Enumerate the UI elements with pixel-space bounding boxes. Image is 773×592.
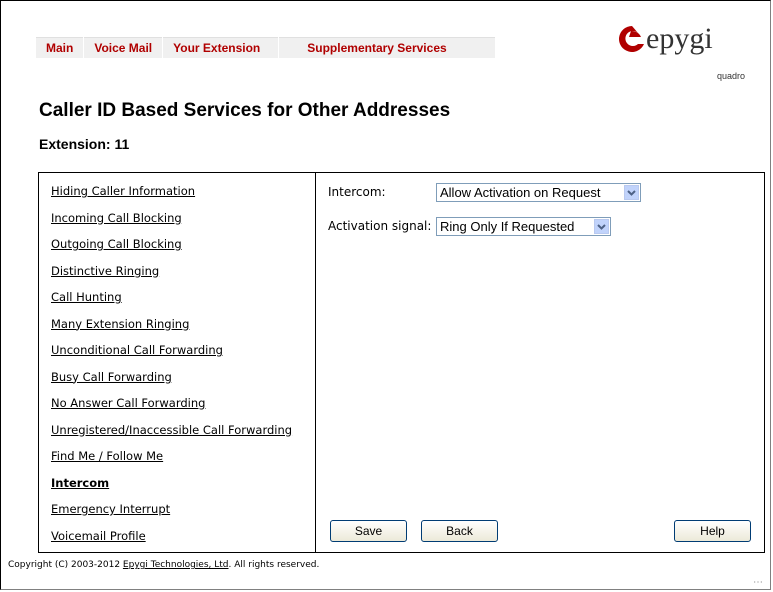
menu-outgoing-call-blocking[interactable]: Outgoing Call Blocking — [51, 237, 292, 264]
chevron-down-icon[interactable] — [624, 185, 639, 200]
logo-wordmark: epygi — [646, 22, 713, 55]
logo-mark-icon — [619, 26, 644, 52]
menu-many-extension-ringing[interactable]: Many Extension Ringing — [51, 317, 292, 344]
menu-busy-call-forwarding[interactable]: Busy Call Forwarding — [51, 370, 292, 397]
menu-no-answer-call-forwarding[interactable]: No Answer Call Forwarding — [51, 396, 292, 423]
help-button[interactable]: Help — [674, 520, 751, 542]
activation-signal-select[interactable]: Ring Only If Requested — [436, 217, 611, 236]
intercom-label: Intercom: — [328, 185, 386, 199]
menu-incoming-call-blocking[interactable]: Incoming Call Blocking — [51, 211, 292, 238]
menu-distinctive-ringing[interactable]: Distinctive Ringing — [51, 264, 292, 291]
nav-supplementary-services[interactable]: Supplementary Services — [279, 37, 495, 58]
resize-grip-icon[interactable]: ⋯ — [753, 577, 763, 588]
back-button[interactable]: Back — [421, 520, 498, 542]
copyright-prefix: Copyright (C) 2003-2012 — [8, 560, 123, 570]
top-navigation: Main Voice Mail Your Extension Supplemen… — [36, 37, 495, 58]
nav-your-extension[interactable]: Your Extension — [163, 37, 279, 58]
copyright-footer: Copyright (C) 2003-2012 Epygi Technologi… — [8, 560, 319, 570]
intercom-select-value: Allow Activation on Request — [440, 185, 601, 200]
logo-subtitle: quadro — [717, 71, 746, 81]
save-button[interactable]: Save — [330, 520, 407, 542]
menu-voicemail-profile[interactable]: Voicemail Profile — [51, 529, 292, 556]
panel-divider — [315, 172, 316, 553]
intercom-select[interactable]: Allow Activation on Request — [436, 183, 641, 202]
menu-unconditional-call-forwarding[interactable]: Unconditional Call Forwarding — [51, 343, 292, 370]
extension-label: Extension: 11 — [39, 136, 130, 152]
chevron-down-icon[interactable] — [594, 219, 609, 234]
service-menu: Hiding Caller Information Incoming Call … — [51, 184, 292, 555]
copyright-suffix: . All rights reserved. — [228, 560, 320, 570]
nav-main[interactable]: Main — [36, 37, 84, 58]
nav-voice-mail[interactable]: Voice Mail — [84, 37, 163, 58]
menu-find-me-follow-me[interactable]: Find Me / Follow Me — [51, 449, 292, 476]
menu-call-hunting[interactable]: Call Hunting — [51, 290, 292, 317]
company-link[interactable]: Epygi Technologies, Ltd — [123, 560, 229, 570]
menu-unregistered-call-forwarding[interactable]: Unregistered/Inaccessible Call Forwardin… — [51, 423, 292, 450]
menu-hiding-caller-information[interactable]: Hiding Caller Information — [51, 184, 292, 211]
activation-signal-select-value: Ring Only If Requested — [440, 219, 575, 234]
page-title: Caller ID Based Services for Other Addre… — [39, 100, 451, 121]
menu-intercom[interactable]: Intercom — [51, 476, 292, 503]
activation-signal-label: Activation signal: — [328, 219, 432, 233]
menu-emergency-interrupt[interactable]: Emergency Interrupt — [51, 502, 292, 529]
